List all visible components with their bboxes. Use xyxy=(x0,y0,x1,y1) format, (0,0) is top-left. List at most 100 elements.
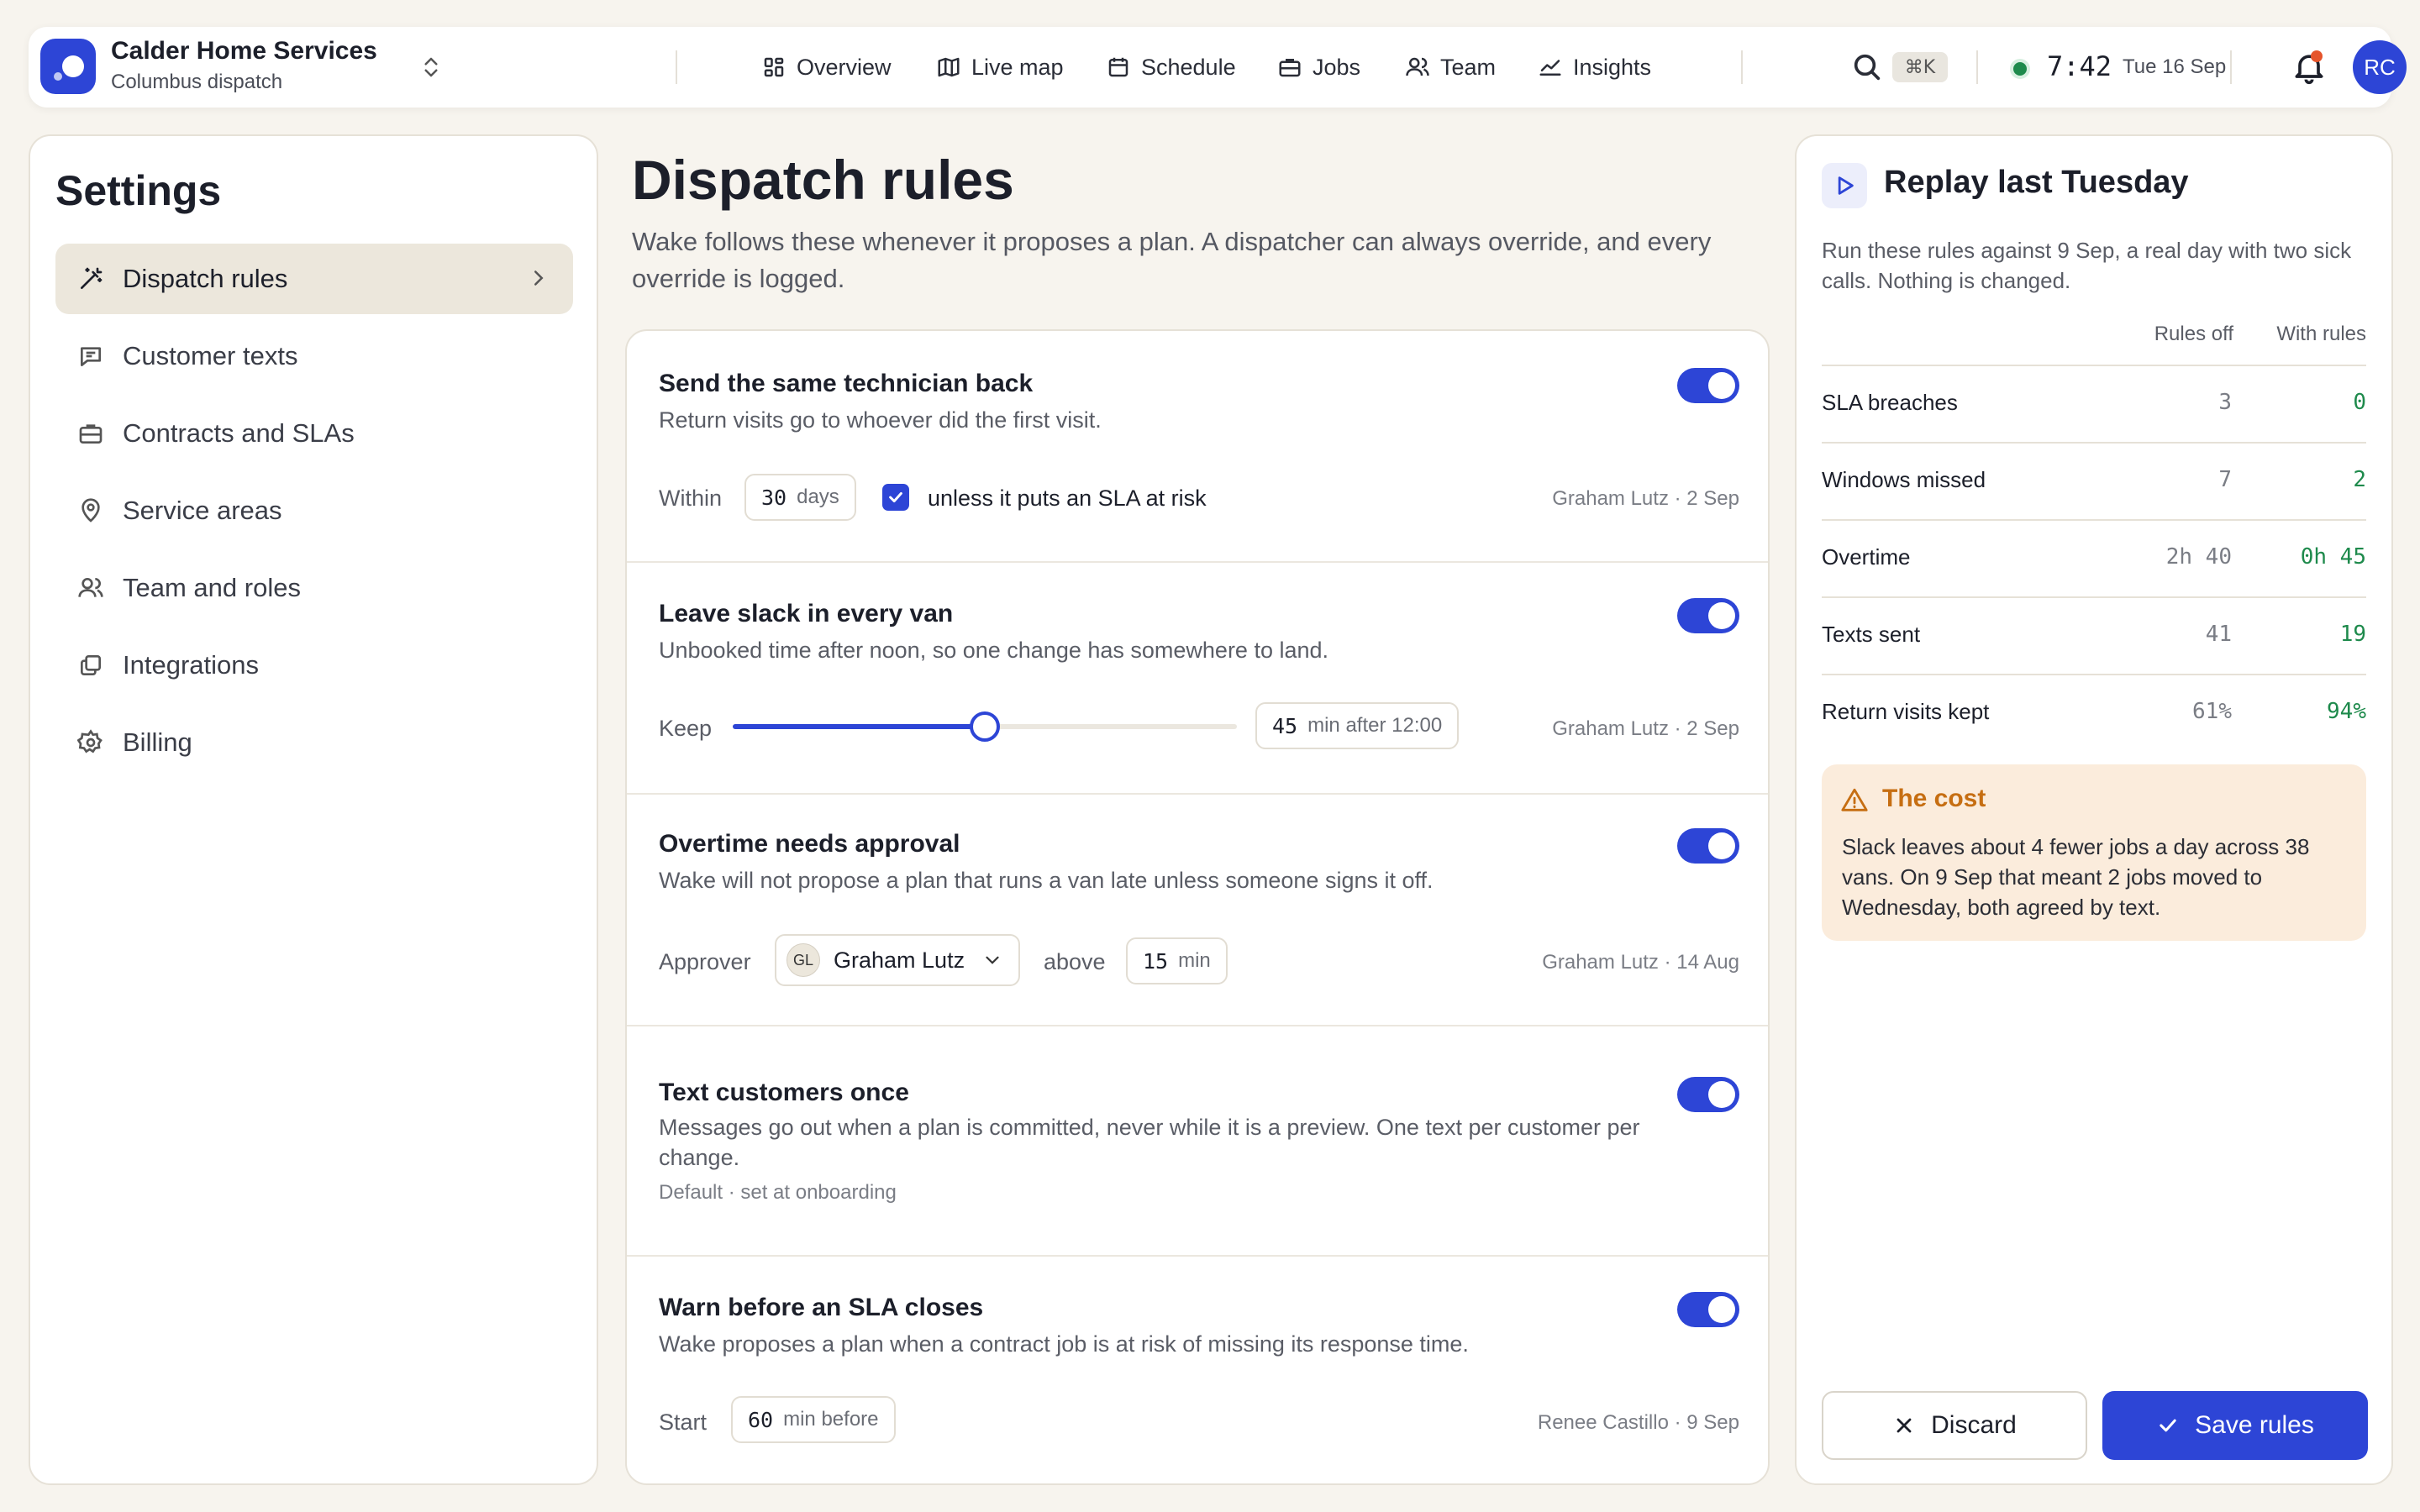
row-label: Return visits kept xyxy=(1822,699,1990,724)
sidebar-item-billing[interactable]: Billing xyxy=(55,707,573,778)
rules-list: Send the same technician back Return vis… xyxy=(625,329,1770,1485)
control-label: Approver xyxy=(659,949,751,974)
row-label: Windows missed xyxy=(1822,467,1986,492)
divider xyxy=(1741,50,1743,84)
rule-description: Return visits go to whoever did the firs… xyxy=(659,407,1102,433)
sidebar-item-label: Integrations xyxy=(123,650,259,680)
nav-schedule[interactable]: Schedule xyxy=(1106,49,1236,86)
replay-title: Replay last Tuesday xyxy=(1884,165,2189,200)
briefcase-icon xyxy=(79,424,103,444)
value-off: 41 xyxy=(2205,622,2232,647)
threshold-label: above xyxy=(1044,949,1106,974)
rule-title: Warn before an SLA closes xyxy=(659,1294,984,1321)
sidebar-item-customer-texts[interactable]: Customer texts xyxy=(55,321,573,391)
brand-logo-icon[interactable] xyxy=(40,39,96,94)
sidebar-item-team-roles[interactable]: Team and roles xyxy=(55,553,573,623)
comparison-row: Windows missed 7 2 xyxy=(1822,442,2366,519)
shortcut-badge: ⌘K xyxy=(1892,52,1948,82)
check-icon xyxy=(2160,1419,2176,1432)
search-icon[interactable] xyxy=(1850,50,1884,84)
column-header-off: Rules off xyxy=(2154,323,2233,345)
rule-toggle[interactable] xyxy=(1677,368,1739,403)
overtime-minutes-input[interactable]: 15 min xyxy=(1126,937,1228,984)
rule-title: Send the same technician back xyxy=(659,370,1034,397)
cost-title: The cost xyxy=(1882,785,1986,812)
layers-icon xyxy=(81,655,101,675)
rule-attribution: Renee Castillo · 9 Sep xyxy=(1537,1411,1739,1434)
input-value: 30 xyxy=(761,485,787,510)
slack-slider[interactable] xyxy=(733,711,1237,742)
cost-text: Slack leaves about 4 fewer jobs a day ac… xyxy=(1842,834,2310,920)
dispatch-rules-main: Dispatch rules Wake follows these whenev… xyxy=(625,134,1770,1485)
chevron-down-icon xyxy=(986,956,999,964)
nav-live-map[interactable]: Live map xyxy=(936,49,1064,86)
control-label: Keep xyxy=(659,716,713,741)
page-title: Dispatch rules xyxy=(632,149,1014,211)
rule-toggle[interactable] xyxy=(1677,1292,1739,1327)
value-with: 19 xyxy=(2339,622,2366,647)
input-value: 45 xyxy=(1272,713,1298,738)
save-rules-button[interactable]: Save rules xyxy=(2102,1391,2368,1460)
rule-toggle[interactable] xyxy=(1677,828,1739,864)
gear-icon xyxy=(77,729,103,753)
slider-thumb[interactable] xyxy=(970,711,1000,742)
nav-team[interactable]: Team xyxy=(1405,49,1496,86)
sla-risk-checkbox[interactable] xyxy=(882,484,909,511)
user-avatar[interactable]: RC xyxy=(2353,40,2407,94)
input-value: 15 xyxy=(1143,948,1169,974)
nav-insights[interactable]: Insights xyxy=(1538,49,1651,86)
divider xyxy=(1976,50,1978,84)
people-icon xyxy=(78,578,103,597)
checkbox-label[interactable]: unless it puts an SLA at risk xyxy=(928,486,1207,512)
close-icon xyxy=(1897,1418,1912,1433)
workspace-name: Columbus dispatch xyxy=(111,71,283,93)
brand-name[interactable]: Calder Home Services xyxy=(111,37,377,66)
divider xyxy=(676,50,677,84)
replay-panel: Replay last Tuesday Run these rules agai… xyxy=(1795,134,2393,1485)
sidebar-item-contracts[interactable]: Contracts and SLAs xyxy=(55,398,573,469)
rule-toggle[interactable] xyxy=(1677,598,1739,633)
sidebar-item-service-areas[interactable]: Service areas xyxy=(55,475,573,546)
play-icon[interactable] xyxy=(1822,163,1867,208)
control-label: Start xyxy=(659,1410,708,1435)
rule-title: Leave slack in every van xyxy=(659,600,954,627)
chevron-updown-icon[interactable] xyxy=(418,52,444,82)
sidebar-item-label: Service areas xyxy=(123,496,282,525)
input-unit: min before xyxy=(783,1408,879,1431)
days-input[interactable]: 30 days xyxy=(744,474,856,521)
comparison-row: SLA breaches 3 0 xyxy=(1822,365,2366,442)
nav-label: Team xyxy=(1440,54,1497,80)
chevron-right-icon xyxy=(534,270,544,286)
control-label: Within xyxy=(659,486,723,511)
sidebar-item-dispatch-rules[interactable]: Dispatch rules xyxy=(55,244,573,314)
nav-label: Jobs xyxy=(1313,54,1361,80)
rule-title: Text customers once xyxy=(659,1079,909,1106)
nav-overview[interactable]: Overview xyxy=(761,49,892,86)
nav-label: Schedule xyxy=(1141,54,1236,80)
cost-callout: The cost Slack leaves about 4 fewer jobs… xyxy=(1822,764,2366,941)
trend-icon xyxy=(1539,60,1561,76)
nav-jobs[interactable]: Jobs xyxy=(1277,49,1360,86)
slack-minutes-input[interactable]: 45 min after 12:00 xyxy=(1255,702,1460,749)
discard-button[interactable]: Discard xyxy=(1822,1391,2087,1460)
row-label: SLA breaches xyxy=(1822,390,1958,415)
approver-select[interactable]: GL Graham Lutz xyxy=(775,934,1021,986)
save-label: Save rules xyxy=(2195,1411,2314,1439)
discard-label: Discard xyxy=(1931,1411,2017,1439)
value-with: 0h 45 xyxy=(2300,544,2366,570)
rule-toggle[interactable] xyxy=(1677,1077,1739,1112)
approver-avatar: GL xyxy=(786,943,820,977)
rule-description: Unbooked time after noon, so one change … xyxy=(659,638,1329,663)
value-off: 3 xyxy=(2218,390,2232,415)
sla-warning-input[interactable]: 60 min before xyxy=(731,1396,896,1443)
value-off: 2h 40 xyxy=(2165,544,2232,570)
rule-description: Messages go out when a plan is committed… xyxy=(659,1115,1640,1170)
row-label: Overtime xyxy=(1822,544,1911,570)
clock: 7:42 xyxy=(2047,50,2112,82)
rule-title: Overtime needs approval xyxy=(659,830,960,858)
value-with: 94% xyxy=(2327,699,2366,724)
nav-label: Overview xyxy=(797,54,892,80)
sidebar-item-label: Dispatch rules xyxy=(123,264,288,293)
sidebar-item-integrations[interactable]: Integrations xyxy=(55,630,573,701)
sidebar-item-label: Team and roles xyxy=(123,573,301,602)
